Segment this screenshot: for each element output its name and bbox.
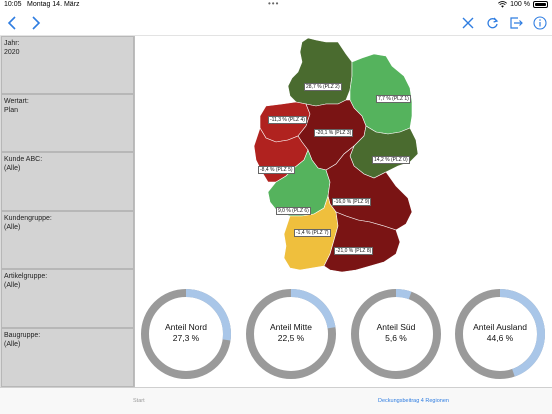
export-icon[interactable]	[507, 14, 525, 32]
donut-title: Anteil Ausland	[473, 322, 527, 332]
app: 10:05 Montag 14. März ••• 100 % Jahr: 20…	[0, 0, 552, 414]
donut-middle: Anteil Mitte 22,5 %	[245, 288, 337, 380]
donut-abroad: Anteil Ausland 44,6 %	[454, 288, 546, 380]
filter-value: Plan	[4, 107, 19, 114]
filter-label: Kunde ABC:	[4, 156, 43, 163]
map-label-plz-3: -20,1 % (PLZ 3)	[314, 129, 354, 137]
forward-chevron-icon[interactable]	[27, 14, 45, 32]
filter-label: Kundengruppe:	[4, 215, 52, 222]
donut-text: Anteil Süd 5,6 %	[350, 322, 442, 344]
refresh-icon[interactable]	[483, 14, 501, 32]
filter-assembly-group[interactable]: Baugruppe: (Alle)	[1, 328, 134, 387]
battery-icon	[533, 1, 548, 8]
map-label-plz-7: -1,4 % (PLZ 7)	[294, 229, 331, 237]
donut-title: Anteil Mitte	[269, 322, 313, 332]
map-label-plz-9: -16,0 % (PLZ 9)	[332, 198, 372, 206]
donut-north: Anteil Nord 27,3 %	[140, 288, 232, 380]
wifi-icon	[498, 1, 508, 8]
donut-south: Anteil Süd 5,6 %	[350, 288, 442, 380]
map-label-plz-8: -21,0 % (PLZ 8)	[334, 247, 374, 255]
filter-value-type[interactable]: Wertart: Plan	[1, 94, 134, 152]
info-icon[interactable]	[531, 14, 549, 32]
filter-label: Artikelgruppe:	[4, 273, 48, 280]
donut-title: Anteil Süd	[376, 322, 416, 332]
donut-value: 44,6 %	[486, 333, 514, 343]
status-time: 10:05	[4, 1, 22, 8]
filter-label: Baugruppe:	[4, 332, 41, 339]
nav-bar	[0, 10, 552, 36]
battery-percent: 100 %	[510, 1, 530, 8]
status-date: Montag 14. März	[27, 1, 80, 8]
back-chevron-icon[interactable]	[3, 14, 21, 32]
tab-bar: Start Deckungsbeitrag 4 Regionen	[0, 387, 552, 414]
filter-value: (Alle)	[4, 224, 21, 231]
filter-customer-abc[interactable]: Kunde ABC: (Alle)	[1, 152, 134, 211]
filter-sidebar: Jahr: 2020 Wertart: Plan Kunde ABC: (All…	[0, 36, 135, 387]
donut-value: 27,3 %	[172, 333, 200, 343]
filter-year[interactable]: Jahr: 2020	[1, 36, 134, 94]
filter-label: Wertart:	[4, 98, 29, 105]
map-label-plz-1: 7,7 % (PLZ 1)	[376, 95, 411, 103]
filter-label: Jahr:	[4, 40, 20, 47]
map-label-plz-0: 14,2 % (PLZ 0)	[372, 156, 410, 164]
filter-article-group[interactable]: Artikelgruppe: (Alle)	[1, 269, 134, 328]
close-icon[interactable]	[459, 14, 477, 32]
status-bar: 10:05 Montag 14. März ••• 100 %	[0, 0, 552, 10]
tab-contribution-margin[interactable]: Deckungsbeitrag 4 Regionen	[378, 398, 449, 404]
multitask-dots-icon[interactable]: •••	[268, 0, 279, 8]
map-label-plz-4: -11,3 % (PLZ 4)	[268, 116, 307, 124]
filter-value: 2020	[4, 49, 20, 56]
germany-map: 28,7 % (PLZ 2) 7,7 % (PLZ 1) -11,3 % (PL…	[246, 36, 436, 276]
donut-value: 22,5 %	[277, 333, 305, 343]
donut-text: Anteil Mitte 22,5 %	[245, 322, 337, 344]
filter-value: (Alle)	[4, 165, 21, 172]
donut-text: Anteil Ausland 44,6 %	[454, 322, 546, 344]
filter-value: (Alle)	[4, 282, 21, 289]
donut-title: Anteil Nord	[164, 322, 208, 332]
map-label-plz-6: 9,0 % (PLZ 6)	[276, 207, 311, 215]
map-label-plz-2: 28,7 % (PLZ 2)	[304, 83, 342, 91]
filter-value: (Alle)	[4, 341, 21, 348]
map-label-plz-5: -8,4 % (PLZ 5)	[258, 166, 295, 174]
tab-start[interactable]: Start	[133, 398, 145, 404]
donut-value: 5,6 %	[385, 333, 407, 343]
region-plz-2[interactable]	[287, 37, 353, 107]
status-right: 100 %	[498, 1, 548, 8]
filter-customer-group[interactable]: Kundengruppe: (Alle)	[1, 211, 134, 269]
donut-text: Anteil Nord 27,3 %	[140, 322, 232, 344]
